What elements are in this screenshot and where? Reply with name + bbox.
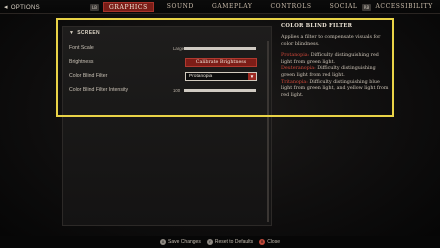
b-button-icon: B [259,239,266,245]
tab-bar: GRAPHICS SOUND GAMEPLAY CONTROLS SOCIAL … [103,2,438,12]
footer-bar: A Save Changes Y Reset to Defaults B Clo… [0,236,440,248]
a-button-icon: A [160,239,167,245]
rb-bumper-icon[interactable]: RB [362,4,371,11]
save-changes-action[interactable]: A Save Changes [160,239,201,245]
close-label: Close [267,239,280,245]
back-button[interactable]: ◂ OPTIONS [4,3,40,12]
reset-defaults-action[interactable]: Y Reset to Defaults [206,239,254,245]
highlight-frame [56,18,394,117]
tab-gameplay[interactable]: GAMEPLAY [207,2,258,12]
y-button-icon: Y [206,239,213,245]
lb-bumper-icon[interactable]: LB [90,4,99,11]
reset-defaults-label: Reset to Defaults [214,239,254,245]
top-bar: ◂ OPTIONS LB GRAPHICS SOUND GAMEPLAY CON… [0,0,440,14]
tab-controls[interactable]: CONTROLS [265,2,316,12]
tab-accessibility[interactable]: ACCESSIBILITY [371,2,438,12]
save-changes-label: Save Changes [168,239,201,245]
tab-social[interactable]: SOCIAL [325,2,363,12]
back-label: OPTIONS [10,4,40,11]
tab-graphics[interactable]: GRAPHICS [103,2,154,12]
tab-sound[interactable]: SOUND [162,2,199,12]
back-arrow-icon: ◂ [4,4,8,11]
close-action[interactable]: B Close [259,239,280,245]
